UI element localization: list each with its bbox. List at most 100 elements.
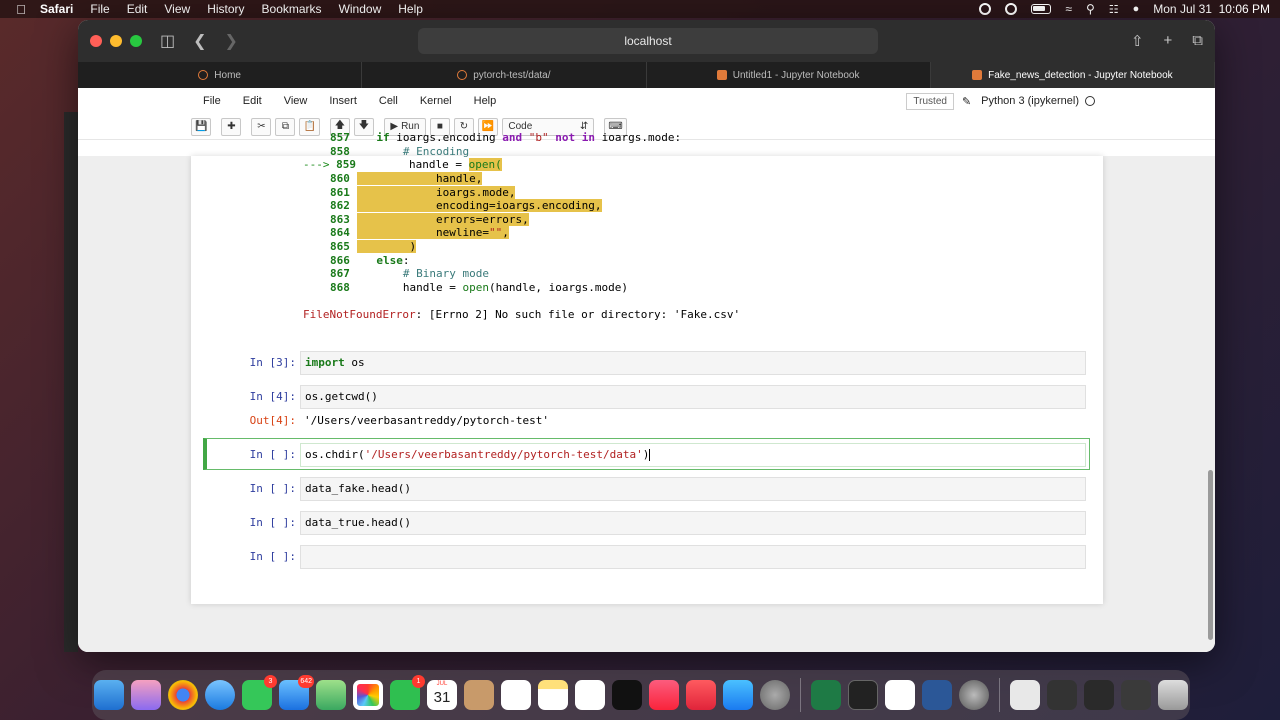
cell-output-getcwd: Out[4]: '/Users/veerbasantreddy/pytorch-…	[191, 409, 1103, 433]
traceback-line-861: 861 ioargs.mode,	[330, 186, 516, 199]
menu-view[interactable]: View	[164, 2, 190, 16]
cell-getcwd[interactable]: In [4]: os.getcwd()	[191, 385, 1103, 409]
close-window-button[interactable]	[90, 35, 102, 47]
paste-icon[interactable]: 📋	[299, 117, 320, 136]
finder-icon[interactable]	[94, 680, 124, 710]
trusted-badge[interactable]: Trusted	[906, 92, 954, 110]
minimized-window-1-icon[interactable]	[1047, 680, 1077, 710]
badge: 1	[412, 675, 425, 688]
music-icon[interactable]	[649, 680, 679, 710]
notebook-icon	[716, 70, 727, 80]
copy-icon[interactable]: ⧉	[275, 117, 296, 136]
cell-prompt: In [ ]:	[249, 516, 296, 529]
minimize-window-button[interactable]	[110, 35, 122, 47]
vscode-icon[interactable]	[885, 680, 915, 710]
calendar-icon[interactable]: JUL 31	[427, 680, 457, 710]
code-input[interactable]	[300, 545, 1086, 569]
launchpad-icon[interactable]	[131, 680, 161, 710]
sidebar-toggle-icon[interactable]: ◫	[160, 31, 175, 51]
back-icon[interactable]: ❮	[193, 31, 206, 51]
tab-home[interactable]: Home	[78, 62, 363, 88]
menu-help[interactable]: Help	[398, 2, 423, 16]
excel-icon[interactable]	[811, 680, 841, 710]
add-cell-icon[interactable]: ✚	[221, 117, 242, 136]
clock[interactable]: Mon Jul 31 10:06 PM	[1153, 2, 1270, 16]
photos-icon[interactable]	[353, 680, 383, 710]
new-tab-icon[interactable]: +	[1164, 32, 1173, 50]
notebook-icon	[972, 70, 983, 80]
zoom-window-button[interactable]	[130, 35, 142, 47]
tab-label: pytorch-test/data/	[473, 69, 551, 81]
jmenu-help[interactable]: Help	[474, 95, 497, 107]
word-icon[interactable]	[922, 680, 952, 710]
maps-icon[interactable]	[316, 680, 346, 710]
jupyter-icon	[457, 70, 468, 80]
chrome-icon[interactable]	[168, 680, 198, 710]
page-scrollbar[interactable]	[1208, 470, 1213, 640]
menu-bookmarks[interactable]: Bookmarks	[262, 2, 322, 16]
menu-file[interactable]: File	[90, 2, 109, 16]
control-center-icon[interactable]: ☷	[1109, 3, 1119, 16]
search-icon[interactable]: ⚲	[1086, 2, 1095, 16]
apple-icon[interactable]: 	[10, 2, 32, 17]
jmenu-view[interactable]: View	[284, 95, 308, 107]
tab-fake-news[interactable]: Fake_news_detection - Jupyter Notebook	[930, 62, 1215, 88]
code-input[interactable]: os.chdir('/Users/veerbasantreddy/pytorch…	[300, 443, 1086, 467]
system-settings-icon[interactable]	[760, 680, 790, 710]
save-icon[interactable]: 💾	[191, 117, 212, 136]
code-input[interactable]: os.getcwd()	[300, 385, 1086, 409]
jmenu-kernel[interactable]: Kernel	[420, 95, 452, 107]
cell-data-fake-head[interactable]: In [ ]: data_fake.head()	[191, 477, 1103, 501]
jmenu-edit[interactable]: Edit	[243, 95, 262, 107]
menu-history[interactable]: History	[207, 2, 244, 16]
app-store-icon[interactable]	[723, 680, 753, 710]
news-icon[interactable]	[686, 680, 716, 710]
record-icon[interactable]	[979, 3, 992, 15]
share-icon[interactable]: ⇧	[1131, 32, 1144, 50]
cut-icon[interactable]: ✂	[251, 117, 272, 136]
document-stack-icon[interactable]	[1010, 680, 1040, 710]
quicktime-icon[interactable]	[959, 680, 989, 710]
mail-icon[interactable]: 642	[279, 675, 314, 710]
battery-icon[interactable]	[1031, 4, 1052, 14]
facetime-icon[interactable]: 1	[390, 675, 425, 710]
contacts-icon[interactable]	[464, 680, 494, 710]
jmenu-cell[interactable]: Cell	[379, 95, 398, 107]
macos-dock: 3 642 1 JUL 31	[92, 670, 1190, 720]
tab-label: Untitled1 - Jupyter Notebook	[732, 69, 860, 81]
address-bar[interactable]: localhost	[418, 28, 878, 54]
siri-icon[interactable]: ●	[1133, 3, 1140, 15]
safari-icon[interactable]	[205, 680, 235, 710]
forward-icon[interactable]: ❯	[225, 31, 238, 51]
apple-tv-icon[interactable]	[612, 680, 642, 710]
cell-data-true-head[interactable]: In [ ]: data_true.head()	[191, 511, 1103, 535]
terminal-icon[interactable]	[848, 680, 878, 710]
menu-window[interactable]: Window	[339, 2, 382, 16]
code-input[interactable]: data_true.head()	[300, 511, 1086, 535]
cell-empty[interactable]: In [ ]:	[191, 545, 1103, 569]
notes-icon[interactable]	[538, 680, 568, 710]
messages-icon[interactable]: 3	[242, 675, 277, 710]
minimized-window-3-icon[interactable]	[1121, 680, 1151, 710]
freeform-icon[interactable]	[575, 680, 605, 710]
wifi-icon[interactable]: ≈	[1065, 2, 1072, 16]
tab-pytorch-data[interactable]: pytorch-test/data/	[362, 62, 647, 88]
play-icon[interactable]	[1005, 3, 1018, 15]
reminders-icon[interactable]	[501, 680, 531, 710]
code-input[interactable]: data_fake.head()	[300, 477, 1086, 501]
minimized-window-2-icon[interactable]	[1084, 680, 1114, 710]
trash-icon[interactable]	[1158, 680, 1188, 710]
kernel-indicator[interactable]: Python 3 (ipykernel)	[981, 95, 1095, 107]
tab-overview-icon[interactable]: ⧉	[1192, 32, 1203, 50]
tab-bar: Home pytorch-test/data/ Untitled1 - Jupy…	[78, 62, 1215, 88]
menu-app-safari[interactable]: Safari	[40, 2, 73, 16]
pencil-icon[interactable]: ✎	[962, 95, 971, 108]
cell-chdir[interactable]: In [ ]: os.chdir('/Users/veerbasantreddy…	[191, 443, 1103, 467]
error-message: FileNotFoundError: [Errno 2] No such fil…	[303, 308, 741, 321]
cell-import-os[interactable]: In [3]: import os	[191, 351, 1103, 375]
jmenu-insert[interactable]: Insert	[329, 95, 357, 107]
menu-edit[interactable]: Edit	[127, 2, 148, 16]
tab-untitled1[interactable]: Untitled1 - Jupyter Notebook	[647, 62, 931, 88]
jmenu-file[interactable]: File	[203, 95, 221, 107]
code-input[interactable]: import os	[300, 351, 1086, 375]
